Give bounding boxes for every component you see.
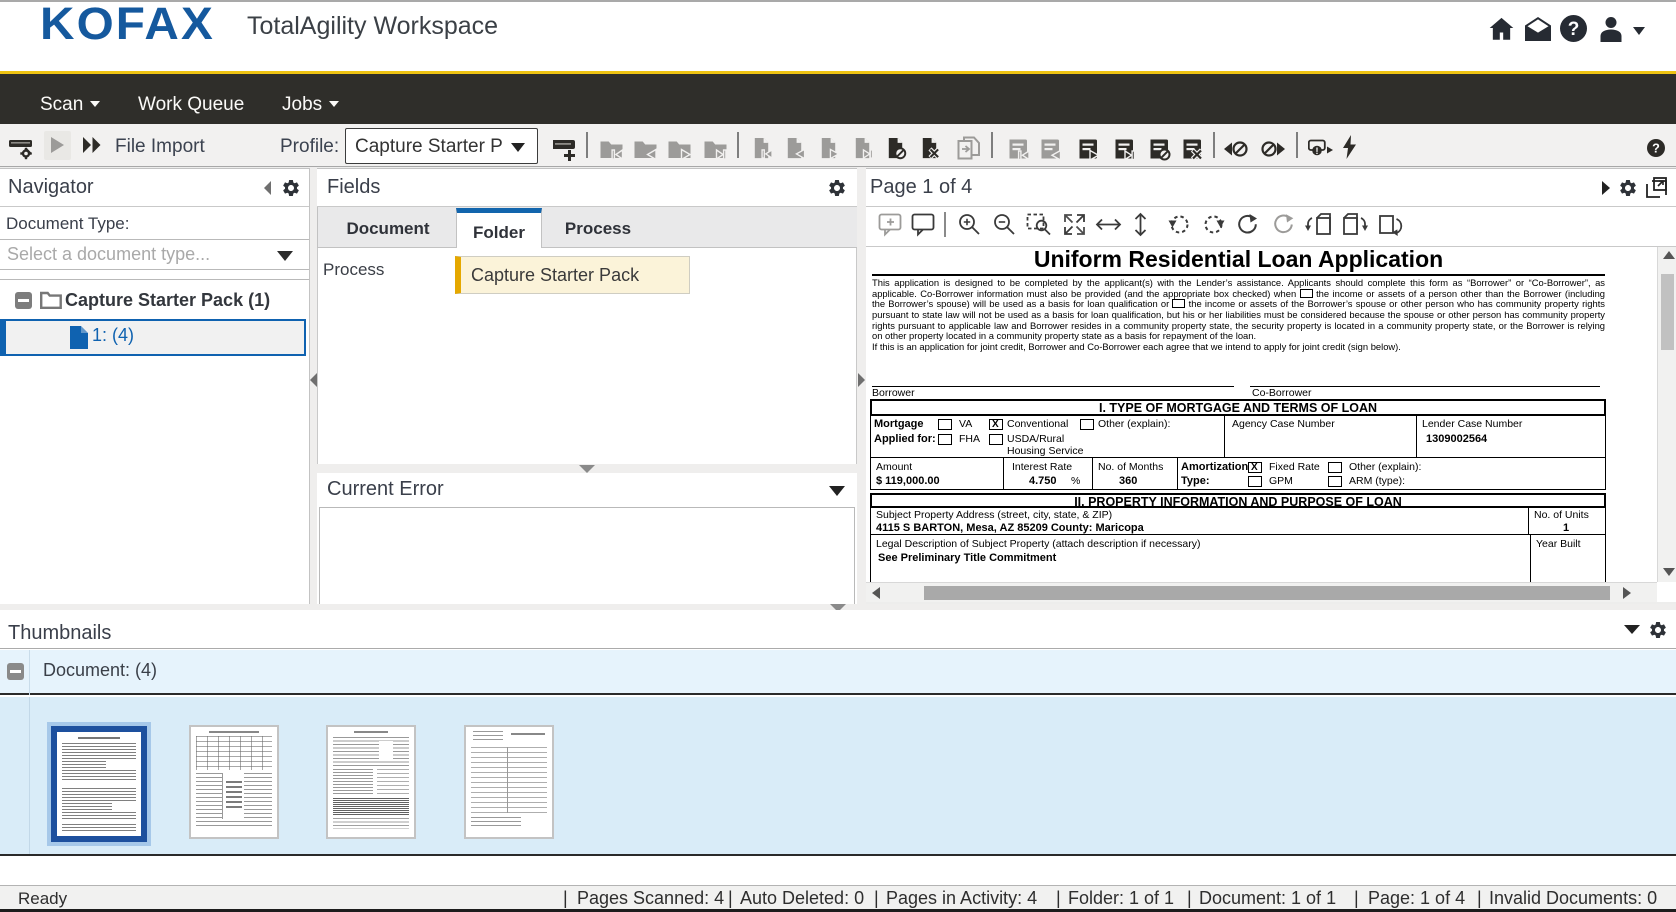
svg-text:!: ! [1316,146,1319,156]
svg-text:?: ? [1568,19,1580,40]
svg-text:?: ? [1652,141,1660,155]
